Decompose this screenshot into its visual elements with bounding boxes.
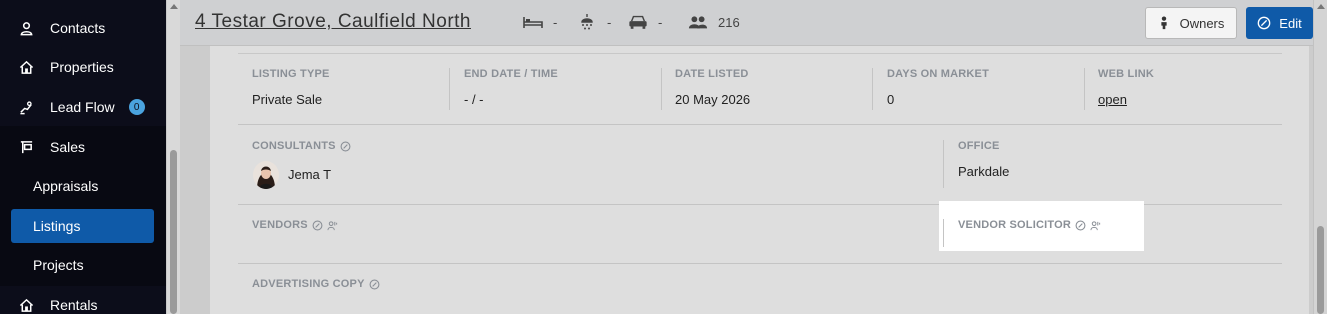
sidebar-subitem-appraisals[interactable]: Appraisals <box>0 169 166 203</box>
listing-type-value: Private Sale <box>252 92 323 107</box>
sidebar-item-label: Contacts <box>50 20 106 36</box>
house-icon <box>18 297 34 313</box>
vendor-solicitor-label-text: VENDOR SOLICITOR <box>958 219 1072 231</box>
end-date-value: - / - <box>464 92 484 107</box>
sidebar-item-properties[interactable]: Properties <box>0 47 166 87</box>
date-listed-value: 20 May 2026 <box>675 92 751 107</box>
owners-button-label: Owners <box>1179 15 1225 31</box>
sidebar-scrollbar[interactable] <box>166 0 180 314</box>
scroll-up-arrow-icon[interactable] <box>170 4 178 9</box>
owner-person-icon <box>1160 16 1167 30</box>
divider <box>1084 68 1085 110</box>
sidebar: Contacts Properties Lead Flow 0 Sales Ap… <box>0 0 166 314</box>
people-icon <box>688 16 708 29</box>
car-icon <box>629 15 647 29</box>
owners-button[interactable]: Owners <box>1145 7 1237 39</box>
divider <box>661 68 662 110</box>
days-on-market-label: DAYS ON MARKET <box>887 68 990 80</box>
divider <box>943 140 944 188</box>
divider <box>238 53 1282 54</box>
office-value: Parkdale <box>958 164 1010 179</box>
date-listed-label: DATE LISTED <box>675 68 749 80</box>
sidebar-item-sales[interactable]: Sales <box>0 127 166 167</box>
web-link-open[interactable]: open <box>1098 92 1127 107</box>
scrollbar-thumb[interactable] <box>1317 226 1324 314</box>
sidebar-item-label: Lead Flow <box>50 99 115 115</box>
sidebar-item-lead-flow[interactable]: Lead Flow 0 <box>0 87 166 127</box>
scroll-up-arrow-icon[interactable] <box>1317 4 1325 9</box>
vendors-label-text: VENDORS <box>252 219 308 231</box>
baths-value: - <box>607 14 612 30</box>
shower-icon <box>581 14 593 30</box>
days-on-market-value: 0 <box>887 92 895 107</box>
listing-details-panel <box>210 46 1309 314</box>
edit-icon[interactable] <box>312 220 323 231</box>
divider <box>238 263 1282 264</box>
main-content: 4 Testar Grove, Caulfield North - - - 21… <box>180 0 1327 314</box>
edit-icon[interactable] <box>1075 220 1086 231</box>
sidebar-subitem-projects[interactable]: Projects <box>0 248 166 282</box>
end-date-label: END DATE / TIME <box>464 68 558 80</box>
person-icon <box>18 20 34 36</box>
web-link-label: WEB LINK <box>1098 68 1154 80</box>
sidebar-subitem-label: Projects <box>33 257 84 273</box>
listing-header: 4 Testar Grove, Caulfield North - - - 21… <box>180 0 1313 46</box>
house-icon <box>18 59 34 75</box>
sidebar-item-label: Sales <box>50 139 86 155</box>
office-label: OFFICE <box>958 140 1000 152</box>
consultants-label-text: CONSULTANTS <box>252 140 336 152</box>
edit-icon <box>1257 16 1271 30</box>
cars-value: - <box>658 14 663 30</box>
sidebar-subitem-label: Listings <box>33 218 81 234</box>
content-scrollbar[interactable] <box>1313 0 1327 314</box>
edit-button[interactable]: Edit <box>1246 7 1313 39</box>
beds-stat: - <box>523 13 557 31</box>
edit-button-label: Edit <box>1279 15 1302 31</box>
advertising-copy-label: ADVERTISING COPY <box>252 278 380 290</box>
baths-stat: - <box>577 13 611 31</box>
avatar <box>253 161 279 189</box>
consultant-name: Jema T <box>288 167 332 182</box>
hand-icon <box>18 99 34 115</box>
beds-value: - <box>553 14 558 30</box>
consultants-label: CONSULTANTS <box>252 140 351 152</box>
divider <box>449 68 450 110</box>
vendor-solicitor-label: VENDOR SOLICITOR <box>958 219 1101 231</box>
contacts-icon[interactable] <box>1090 220 1101 231</box>
sidebar-subitem-listings[interactable]: Listings <box>11 209 154 243</box>
sidebar-item-contacts[interactable]: Contacts <box>0 8 166 48</box>
sidebar-item-label: Rentals <box>50 297 98 313</box>
sign-icon <box>18 139 34 155</box>
divider <box>872 68 873 110</box>
contacts-icon[interactable] <box>327 220 338 231</box>
vendors-label: VENDORS <box>252 219 338 231</box>
cars-stat: - <box>628 13 662 31</box>
bed-icon <box>523 17 543 28</box>
sidebar-subitem-label: Appraisals <box>33 178 99 194</box>
listing-type-label: LISTING TYPE <box>252 68 330 80</box>
divider <box>238 124 1282 125</box>
edit-icon[interactable] <box>340 141 351 152</box>
contacts-count: 216 <box>718 14 740 30</box>
page-title[interactable]: 4 Testar Grove, Caulfield North <box>195 11 471 33</box>
lead-flow-count-badge: 0 <box>128 99 145 115</box>
divider <box>943 219 944 247</box>
sidebar-item-rentals[interactable]: Rentals <box>0 285 166 314</box>
contacts-stat: 216 <box>688 13 740 31</box>
scrollbar-thumb[interactable] <box>170 150 177 314</box>
advertising-copy-label-text: ADVERTISING COPY <box>252 278 365 290</box>
edit-icon[interactable] <box>369 279 380 290</box>
sidebar-item-label: Properties <box>50 59 114 75</box>
